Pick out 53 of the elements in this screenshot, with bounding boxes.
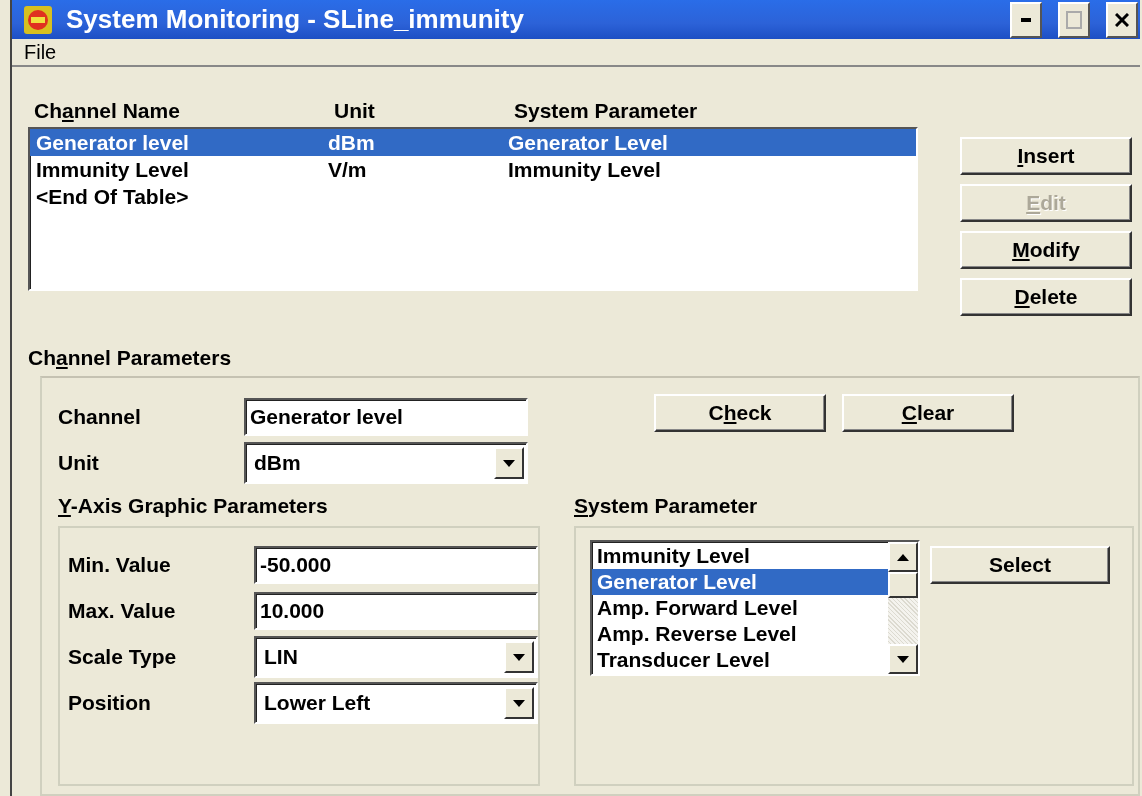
dropdown[interactable]: LIN [254, 636, 538, 678]
column-header: Channel Name [34, 99, 181, 123]
scrollbar[interactable] [888, 542, 918, 674]
table-row[interactable]: <End Of Table> [30, 183, 916, 210]
scroll-thumb[interactable] [888, 572, 918, 598]
dropdown-button[interactable] [494, 447, 524, 479]
action-button[interactable]: Check [654, 394, 826, 432]
dropdown-button[interactable] [504, 687, 534, 719]
dropdown[interactable]: Lower Left [254, 682, 538, 724]
field-label: Max. Value [68, 599, 177, 623]
table-row[interactable]: Generator level dBm Generator Level [30, 129, 916, 156]
text-field[interactable]: Generator level [244, 398, 528, 436]
section-title: System Parameter [574, 494, 759, 518]
scroll-up-button[interactable] [888, 542, 918, 572]
window-title: System Monitoring - SLine_immunity [66, 4, 525, 35]
maximize-button[interactable] [1058, 1, 1090, 38]
action-button[interactable]: Clear [842, 394, 1014, 432]
up-arrow-icon [897, 553, 909, 561]
dropdown[interactable]: dBm [244, 442, 528, 484]
maximize-icon [1066, 10, 1082, 29]
menu-item[interactable]: File [24, 40, 57, 64]
table-button[interactable]: Insert [960, 137, 1132, 175]
down-arrow-icon [897, 655, 909, 663]
column-header: Unit [334, 99, 376, 123]
down-arrow-icon [513, 653, 525, 661]
field-label: Min. Value [68, 553, 172, 577]
field-label: Channel [58, 405, 142, 429]
close-button[interactable] [1106, 1, 1138, 38]
dropdown-button[interactable] [504, 641, 534, 673]
field-label: Scale Type [68, 645, 178, 669]
table-button[interactable]: Delete [960, 278, 1132, 316]
scroll-down-button[interactable] [888, 644, 918, 674]
table-button[interactable]: Modify [960, 231, 1132, 269]
minimize-button[interactable] [1010, 1, 1042, 38]
list-item[interactable]: Amp. Reverse Level [592, 621, 888, 647]
section-title: Channel Parameters [28, 346, 232, 369]
text-field[interactable]: -50.000 [254, 546, 538, 584]
minimize-icon [1021, 17, 1031, 22]
list-item[interactable]: Immunity Level [592, 543, 888, 569]
field-label: Unit [58, 451, 100, 475]
list-item[interactable]: Generator Level [592, 569, 888, 595]
down-arrow-icon [503, 459, 515, 467]
list-item[interactable]: Transducer Level [592, 647, 888, 673]
close-icon [1115, 12, 1129, 27]
text-field[interactable]: 10.000 [254, 592, 538, 630]
select-button[interactable]: Select [930, 546, 1110, 584]
down-arrow-icon [513, 699, 525, 707]
section-title: Y-Axis Graphic Parameters [58, 494, 329, 518]
field-label: Position [68, 691, 152, 715]
app-icon [24, 5, 52, 34]
list-item[interactable]: Amp. Forward Level [592, 595, 888, 621]
table-row[interactable]: Immunity Level V/m Immunity Level [30, 156, 916, 183]
column-header: System Parameter [514, 99, 699, 123]
